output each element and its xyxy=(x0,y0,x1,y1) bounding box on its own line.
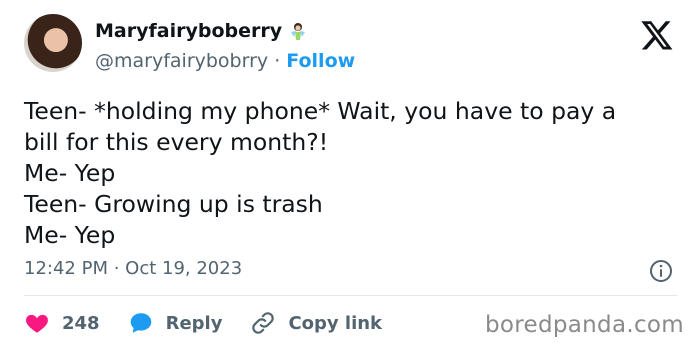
author-name[interactable]: Maryfairyboberry xyxy=(95,20,282,42)
copy-link-label: Copy link xyxy=(288,312,383,334)
reply-bubble-icon xyxy=(130,313,151,333)
action-bar: 248 Reply Copy link xyxy=(24,310,410,336)
fairy-badge-icon xyxy=(291,23,306,40)
tweet-line: Me- Yep xyxy=(24,221,116,249)
tweet-timestamp[interactable]: 12:42 PM · Oct 19, 2023 xyxy=(24,258,242,279)
tweet-line: Teen- Growing up is trash xyxy=(24,190,323,218)
handle-separator: · xyxy=(268,50,287,72)
tweet-line: Me- Yep xyxy=(24,159,116,187)
tweet-text: Teen- *holding my phone* Wait, you have … xyxy=(24,96,684,251)
link-icon xyxy=(252,312,275,334)
tweet-line: bill for this every month?! xyxy=(24,128,329,156)
author-handle-row: @maryfairybobrry · Follow xyxy=(95,50,355,72)
author-name-row: Maryfairyboberry xyxy=(95,20,308,42)
info-icon[interactable] xyxy=(649,259,673,283)
copy-link-button[interactable]: Copy link xyxy=(250,310,382,336)
avatar[interactable] xyxy=(24,14,82,72)
divider xyxy=(24,295,677,296)
heart-icon xyxy=(26,314,48,333)
author-handle[interactable]: @maryfairybobrry xyxy=(95,50,268,72)
like-count: 248 xyxy=(62,312,100,334)
follow-button[interactable]: Follow xyxy=(286,50,355,72)
x-logo-icon[interactable] xyxy=(640,18,674,52)
watermark: boredpanda.com xyxy=(485,312,684,338)
tweet-line: Teen- *holding my phone* Wait, you have … xyxy=(24,97,617,125)
reply-label: Reply xyxy=(165,312,223,334)
reply-button[interactable]: Reply xyxy=(128,310,223,336)
like-button[interactable]: 248 xyxy=(24,310,100,336)
